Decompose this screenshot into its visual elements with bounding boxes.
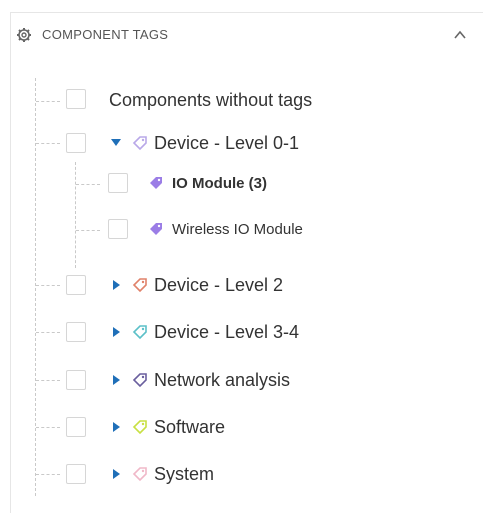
tag-icon <box>132 325 147 340</box>
tag-icon <box>132 373 147 388</box>
tree-row-components-without-tags[interactable]: Components without tags <box>0 88 483 116</box>
row-label: Network analysis <box>154 370 291 390</box>
row-label: IO Module (3) <box>172 175 267 192</box>
tree-row-software[interactable]: Software <box>0 414 483 442</box>
tag-icon <box>132 278 147 293</box>
tree-row-network-analysis[interactable]: Network analysis <box>0 367 483 395</box>
chevron-up-icon[interactable] <box>451 26 469 44</box>
tree-row-system[interactable]: System <box>0 461 483 489</box>
tag-icon <box>150 177 162 189</box>
row-label: Software <box>154 417 226 437</box>
caret-right-icon[interactable] <box>112 280 122 290</box>
tree-connector <box>76 230 100 231</box>
row-label: Device - Level 3-4 <box>154 322 300 342</box>
tag-icon <box>150 223 162 235</box>
tag-icon <box>132 136 147 151</box>
caret-right-icon[interactable] <box>112 375 122 385</box>
tree-connector <box>36 285 60 286</box>
row-checkbox[interactable] <box>66 370 86 390</box>
row-checkbox[interactable] <box>108 219 128 239</box>
row-label: Components without tags <box>109 90 313 110</box>
row-label: Wireless IO Module <box>172 221 303 238</box>
caret-right-icon[interactable] <box>112 327 122 337</box>
row-label: Device - Level 2 <box>154 275 284 295</box>
row-checkbox[interactable] <box>66 417 86 437</box>
caret-down-icon[interactable] <box>111 138 121 148</box>
panel-title: COMPONENT TAGS <box>42 27 169 42</box>
row-label: System <box>154 464 215 484</box>
caret-right-icon[interactable] <box>112 469 122 479</box>
row-label: Device - Level 0-1 <box>154 133 300 153</box>
row-checkbox[interactable] <box>108 173 128 193</box>
tree-connector <box>36 143 60 144</box>
tree-connector <box>36 332 60 333</box>
row-checkbox[interactable] <box>66 322 86 342</box>
panel-header[interactable]: COMPONENT TAGS <box>16 24 483 46</box>
tree-row-io-module[interactable]: IO Module (3) <box>0 170 483 198</box>
tree-row-device-level-3-4[interactable]: Device - Level 3-4 <box>0 319 483 347</box>
tree-connector <box>36 427 60 428</box>
row-checkbox[interactable] <box>66 133 86 153</box>
row-checkbox[interactable] <box>66 464 86 484</box>
tree-row-wireless-io-module[interactable]: Wireless IO Module <box>0 216 483 244</box>
tree-connector <box>36 474 60 475</box>
tree-connector <box>36 380 60 381</box>
caret-right-icon[interactable] <box>112 422 122 432</box>
tree-row-device-level-0-1[interactable]: Device - Level 0-1 <box>0 130 483 158</box>
tag-icon <box>132 467 147 482</box>
tag-icon <box>132 420 147 435</box>
tree-row-device-level-2[interactable]: Device - Level 2 <box>0 272 483 300</box>
row-checkbox[interactable] <box>66 275 86 295</box>
tree-connector <box>36 101 60 102</box>
row-checkbox[interactable] <box>66 89 86 109</box>
tree-connector <box>76 184 100 185</box>
gear-icon <box>17 28 31 42</box>
